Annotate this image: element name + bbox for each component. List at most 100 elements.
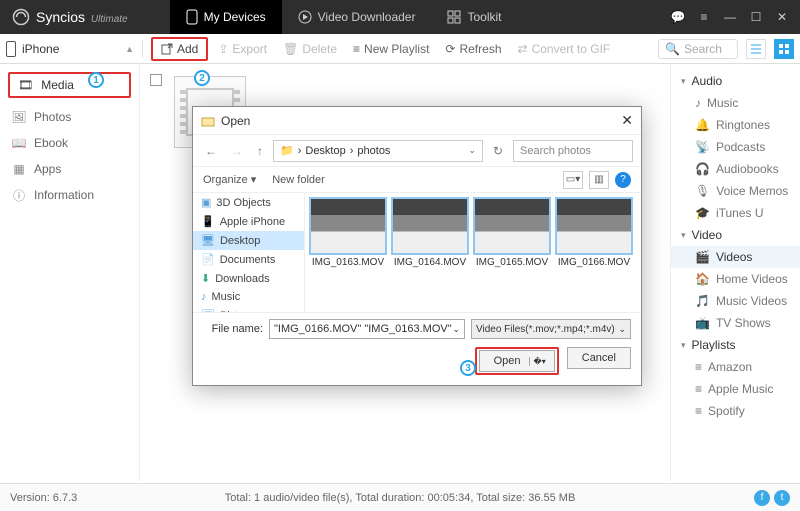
menu-icon[interactable]: ≡ — [696, 10, 712, 24]
minimize-button[interactable]: — — [722, 10, 738, 24]
gif-icon: ⇄ — [518, 42, 528, 56]
tree-documents[interactable]: 📄Documents — [193, 250, 304, 269]
nav-tv-shows[interactable]: 📺 TV Shows — [671, 312, 800, 334]
playlist-icon: ≡ — [353, 42, 360, 56]
home-video-icon: 🏠 — [695, 272, 710, 286]
chat-icon[interactable]: 💬 — [670, 10, 686, 24]
chevron-down-icon: ▾ — [681, 230, 686, 241]
social-links: f t — [754, 490, 790, 506]
delete-button[interactable]: 🗑Delete — [277, 40, 343, 58]
refresh-button[interactable]: ↻ — [489, 142, 507, 160]
dialog-toolbar: Organize ▾ New folder ▭▾ ▥ ? — [193, 167, 641, 193]
section-video[interactable]: ▾Video — [671, 224, 800, 246]
view-grid-button[interactable] — [774, 39, 794, 59]
chevron-up-icon: ▲ — [125, 44, 134, 54]
tab-video-downloader[interactable]: Video Downloader — [282, 0, 432, 34]
section-playlists[interactable]: ▾Playlists — [671, 334, 800, 356]
annotation-badge-1: 1 — [88, 72, 104, 88]
file-item[interactable]: IMG_0166.MOV — [555, 197, 633, 268]
nav-pl-spotify[interactable]: ≡ Spotify — [671, 400, 800, 422]
play-circle-icon — [298, 10, 312, 24]
tree-3d-objects[interactable]: ▣3D Objects — [193, 193, 304, 212]
breadcrumb[interactable]: 📁 › Desktop › photos ⌄ — [273, 140, 483, 162]
device-name: iPhone — [22, 42, 59, 56]
apps-icon: ▦ — [12, 162, 26, 176]
nav-apps[interactable]: ▦Apps — [0, 156, 139, 182]
phone-icon — [186, 9, 198, 25]
file-item[interactable]: IMG_0165.MOV — [473, 197, 551, 268]
twitter-icon[interactable]: t — [774, 490, 790, 506]
file-item[interactable]: IMG_0164.MOV — [391, 197, 469, 268]
search-box[interactable]: 🔍Search — [658, 39, 738, 59]
forward-button[interactable]: → — [227, 142, 247, 160]
convert-gif-button[interactable]: ⇄Convert to GIF — [512, 40, 617, 58]
export-button[interactable]: ⇪Export — [212, 40, 273, 58]
file-name-input[interactable]: "IMG_0166.MOV" "IMG_0163.MOV"⌄ — [269, 319, 465, 339]
back-button[interactable]: ← — [201, 142, 221, 160]
nav-podcasts[interactable]: 📡 Podcasts — [671, 136, 800, 158]
maximize-button[interactable]: ☐ — [748, 10, 764, 24]
left-nav: 🎞Media 🖼Photos 📖Ebook ▦Apps ⓘInformation — [0, 64, 140, 481]
nav-itunes-u[interactable]: 🎓 iTunes U — [671, 202, 800, 224]
new-playlist-button[interactable]: ≡New Playlist — [347, 40, 435, 58]
status-summary: Total: 1 audio/video file(s), Total dura… — [225, 492, 576, 504]
up-button[interactable]: ↑ — [253, 142, 267, 160]
nav-media[interactable]: Media — [41, 78, 74, 92]
close-button[interactable]: ✕ — [774, 10, 790, 24]
add-button[interactable]: Add — [155, 40, 204, 58]
grid-view-icon — [779, 44, 789, 54]
nav-home-videos[interactable]: 🏠 Home Videos — [671, 268, 800, 290]
grid-icon — [447, 10, 461, 24]
open-dropdown-icon[interactable]: �▾ — [529, 357, 550, 366]
view-list-button[interactable] — [746, 39, 766, 59]
nav-pl-amazon[interactable]: ≡ Amazon — [671, 356, 800, 378]
help-button[interactable]: ? — [615, 172, 631, 188]
facebook-icon[interactable]: f — [754, 490, 770, 506]
organize-button[interactable]: Organize ▾ — [203, 173, 256, 186]
status-bar: Version: 6.7.3 Total: 1 audio/video file… — [0, 483, 800, 511]
nav-videos[interactable]: 🎬 Videos — [671, 246, 800, 268]
download-icon: ⬇ — [201, 272, 210, 285]
dialog-nav: ← → ↑ 📁 › Desktop › photos ⌄ ↻ Search ph… — [193, 135, 641, 167]
tab-toolkit[interactable]: Toolkit — [431, 0, 517, 34]
nav-audiobooks[interactable]: 🎧 Audiobooks — [671, 158, 800, 180]
device-selector[interactable]: iPhone ▲ — [6, 41, 134, 57]
mic-icon: 🎙 — [695, 184, 710, 198]
tree-downloads[interactable]: ⬇Downloads — [193, 269, 304, 288]
preview-pane-button[interactable]: ▥ — [589, 171, 609, 189]
file-name-label: File name: — [203, 323, 263, 335]
tree-apple-iphone[interactable]: 📱Apple iPhone — [193, 212, 304, 231]
open-dialog: Open ✕ ← → ↑ 📁 › Desktop › photos ⌄ ↻ Se… — [192, 106, 642, 386]
phone-icon: 📱 — [201, 215, 215, 228]
file-item[interactable]: IMG_0163.MOV — [309, 197, 387, 268]
itunesu-icon: 🎓 — [695, 206, 710, 220]
title-bar: Syncios Ultimate My Devices Video Downlo… — [0, 0, 800, 34]
tree-desktop[interactable]: 🖥Desktop — [193, 231, 304, 250]
cancel-button[interactable]: Cancel — [567, 347, 631, 369]
nav-ebook[interactable]: 📖Ebook — [0, 130, 139, 156]
refresh-button[interactable]: ⟳Refresh — [439, 40, 507, 58]
view-mode-button[interactable]: ▭▾ — [563, 171, 583, 189]
nav-music[interactable]: ♪ Music — [671, 92, 800, 114]
file-list: IMG_0163.MOV IMG_0164.MOV IMG_0165.MOV I… — [305, 193, 641, 312]
file-type-filter[interactable]: Video Files(*.mov;*.mp4;*.m4v)⌄ — [471, 319, 631, 339]
nav-voice-memos[interactable]: 🎙 Voice Memos — [671, 180, 800, 202]
nav-pl-apple-music[interactable]: ≡ Apple Music — [671, 378, 800, 400]
search-placeholder: Search — [684, 42, 722, 56]
open-button[interactable]: Open�▾ — [479, 350, 555, 372]
nav-information[interactable]: ⓘInformation — [0, 182, 139, 208]
new-folder-button[interactable]: New folder — [272, 174, 325, 186]
select-all-checkbox[interactable] — [150, 74, 162, 86]
dialog-title: Open — [221, 114, 250, 128]
dialog-search[interactable]: Search photos — [513, 140, 633, 162]
nav-music-videos[interactable]: 🎵 Music Videos — [671, 290, 800, 312]
info-icon: ⓘ — [12, 188, 26, 202]
chevron-down-icon: ⌄ — [618, 324, 626, 335]
section-audio[interactable]: ▾Audio — [671, 70, 800, 92]
tree-music[interactable]: ♪Music — [193, 288, 304, 306]
tab-my-devices[interactable]: My Devices — [170, 0, 282, 34]
nav-ringtones[interactable]: 🔔 Ringtones — [671, 114, 800, 136]
podcast-icon: 📡 — [695, 140, 710, 154]
nav-photos[interactable]: 🖼Photos — [0, 104, 139, 130]
dialog-close-button[interactable]: ✕ — [621, 112, 633, 129]
